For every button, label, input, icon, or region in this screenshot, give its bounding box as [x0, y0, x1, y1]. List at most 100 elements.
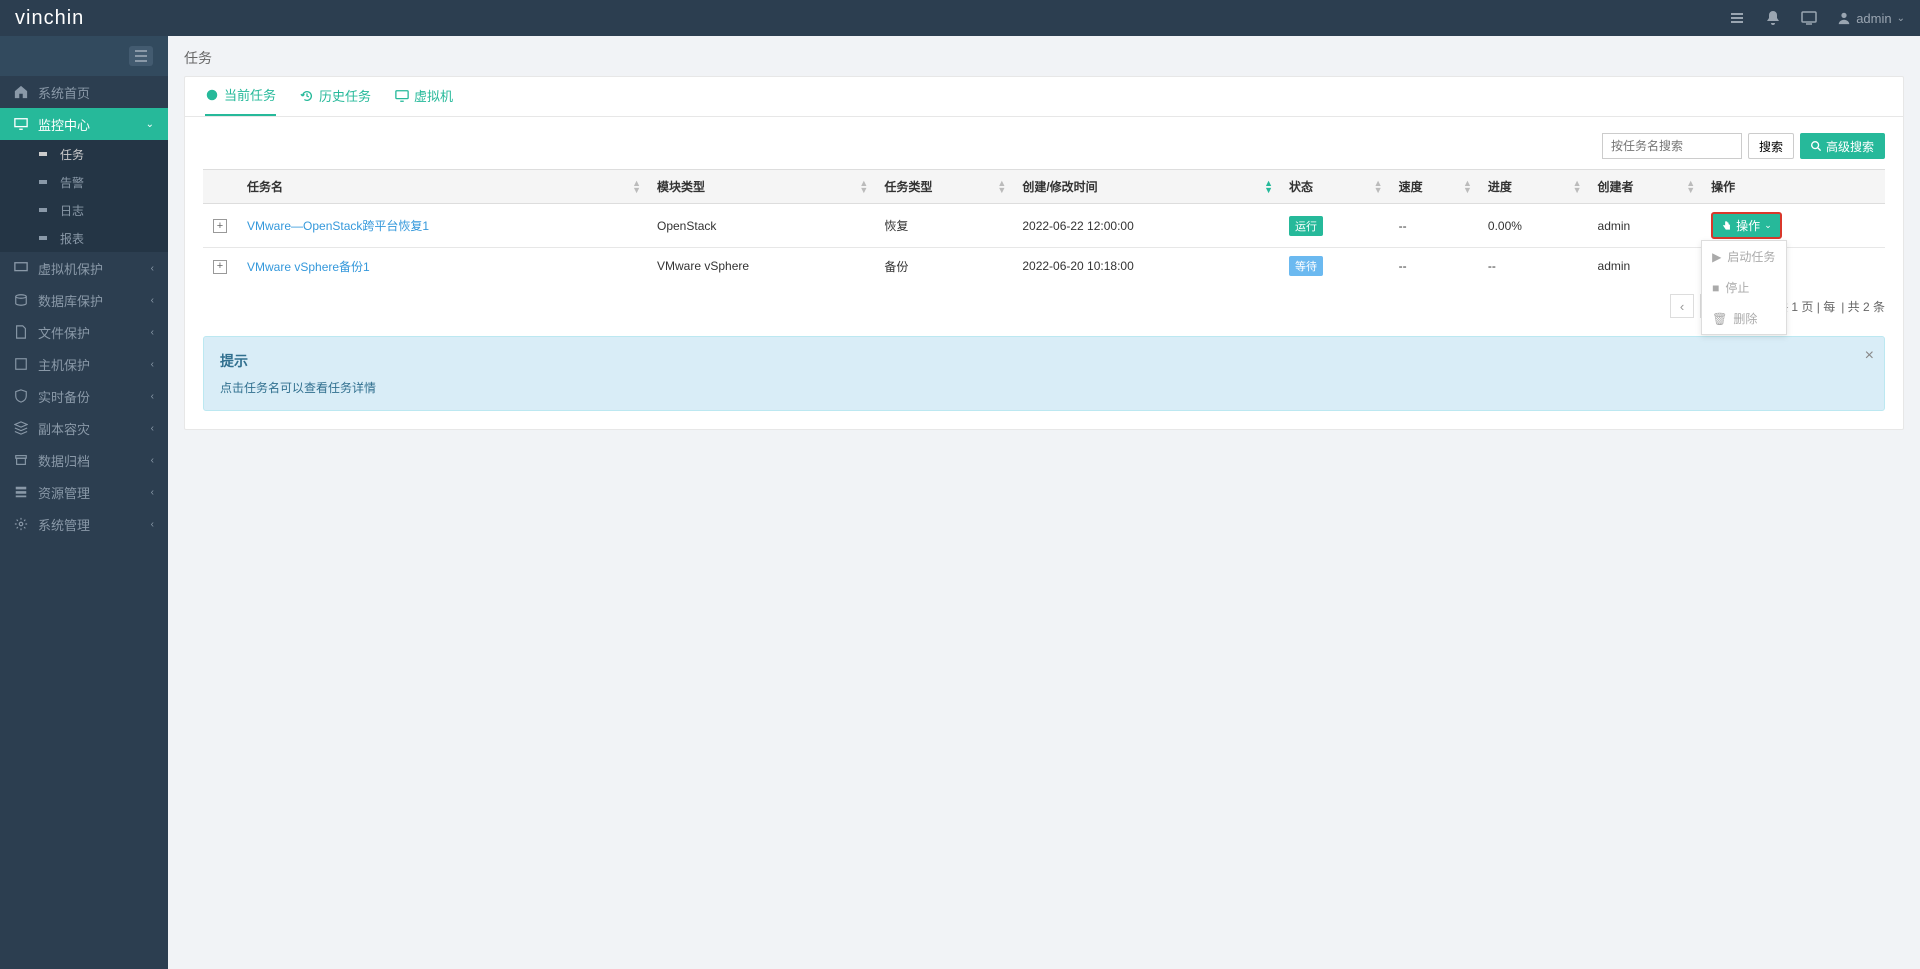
sidebar-item-4[interactable]: 文件保护 ‹ [0, 316, 168, 348]
column-header[interactable]: 操作 [1701, 170, 1885, 204]
advanced-search-button[interactable]: 高级搜索 [1800, 133, 1885, 159]
sidebar-item-9[interactable]: 资源管理 ‹ [0, 476, 168, 508]
host-icon [14, 357, 28, 371]
task-name-link[interactable]: VMware vSphere备份1 [247, 260, 370, 274]
sidebar-toggle-row [0, 36, 168, 76]
dropdown-item[interactable]: ▶启动任务 [1702, 241, 1786, 272]
task-table: 任务名▲▼模块类型▲▼任务类型▲▼创建/修改时间▲▼状态▲▼速度▲▼进度▲▼创建… [203, 169, 1885, 284]
sidebar-item-10[interactable]: 系统管理‹ [0, 508, 168, 540]
sort-icon: ▲▼ [1463, 180, 1472, 194]
chevron-icon: ‹ [151, 519, 154, 530]
chevron-icon: ‹ [151, 295, 154, 306]
column-header[interactable]: 状态▲▼ [1279, 170, 1389, 204]
cell-type: 恢复 [874, 204, 1012, 248]
stop-icon: ■ [1712, 281, 1719, 295]
search-input[interactable] [1602, 133, 1742, 159]
db-icon [14, 293, 28, 307]
pager: ‹ › 共 1 页 | 每 | 共 2 条 [185, 284, 1903, 328]
sidebar-item-label: 数据归档 [38, 451, 90, 470]
sort-icon: ▲▼ [632, 180, 641, 194]
sidebar-item-label: 数据库保护 [38, 291, 103, 310]
cell-module: VMware vSphere [647, 248, 874, 285]
pager-prev[interactable]: ‹ [1670, 294, 1694, 318]
table-wrap: 任务名▲▼模块类型▲▼任务类型▲▼创建/修改时间▲▼状态▲▼速度▲▼进度▲▼创建… [185, 169, 1903, 284]
column-header[interactable]: 任务名▲▼ [237, 170, 647, 204]
task-name-link[interactable]: VMware—OpenStack跨平台恢复1 [247, 219, 429, 233]
expand-button[interactable]: + [213, 260, 227, 274]
chevron-icon: ‹ [151, 327, 154, 338]
alert-body: 点击任务名可以查看任务详情 [220, 379, 1868, 396]
cell-action: 操作⌄▶启动任务■停止🗑删除 [1701, 204, 1885, 248]
sidebar-item-7[interactable]: 副本容灾‹ [0, 412, 168, 444]
dropdown-item[interactable]: ■ 停止 [1702, 272, 1786, 303]
sidebar: 系统首页监控中心⌄任务告警日志报表虚拟机保护‹数据库保护‹文件保护‹主机保护‹实… [0, 36, 168, 969]
monitor-icon [14, 117, 28, 131]
archive-icon [14, 453, 28, 467]
table-toolbar: 搜索 高级搜索 [185, 117, 1903, 169]
column-header[interactable]: 创建者▲▼ [1588, 170, 1702, 204]
screen-icon[interactable] [1801, 10, 1817, 26]
column-header[interactable]: 模块类型▲▼ [647, 170, 874, 204]
sidebar-item-label: 文件保护 [38, 323, 90, 342]
user-menu[interactable]: admin ⌄ [1837, 11, 1905, 26]
sort-icon: ▲▼ [1686, 180, 1695, 194]
file-icon [14, 325, 28, 339]
tab-history[interactable]: 历史任务 [300, 85, 371, 116]
sidebar-item-label: 资源管理 [38, 483, 90, 502]
gear-icon [14, 517, 28, 531]
dropdown-item[interactable]: 🗑删除 [1702, 303, 1786, 334]
main-content: 任务 当前任务 历史任务 虚拟机 搜索 高级搜索 [168, 36, 1920, 442]
tab-label: 当前任务 [224, 85, 276, 104]
column-header[interactable]: 创建/修改时间▲▼ [1012, 170, 1279, 204]
sidebar-toggle-button[interactable] [129, 46, 153, 66]
expand-button[interactable]: + [213, 219, 227, 233]
sidebar-item-label: 实时备份 [38, 387, 90, 406]
sidebar-subitem-label: 告警 [60, 174, 84, 191]
tab-current[interactable]: 当前任务 [205, 85, 276, 116]
vm-icon [14, 261, 28, 275]
advanced-search-label: 高级搜索 [1826, 138, 1874, 155]
sidebar-item-label: 系统首页 [38, 83, 90, 102]
sidebar-subitem-2[interactable]: 日志 [0, 196, 168, 224]
sidebar-item-5[interactable]: 主机保护‹ [0, 348, 168, 380]
tab-vm[interactable]: 虚拟机 [395, 85, 453, 116]
hand-icon [1721, 220, 1732, 231]
chevron-icon: ‹ [151, 487, 154, 498]
cell-time: 2022-06-22 12:00:00 [1012, 204, 1279, 248]
sidebar-subitem-1[interactable]: 告警 [0, 168, 168, 196]
column-header[interactable]: 任务类型▲▼ [874, 170, 1012, 204]
sidebar-item-1[interactable]: 监控中心⌄ [0, 108, 168, 140]
bell-icon[interactable] [1765, 10, 1781, 26]
alert-close-icon[interactable]: × [1865, 347, 1874, 365]
chevron-icon: ‹ [151, 359, 154, 370]
sidebar-item-0[interactable]: 系统首页 [0, 76, 168, 108]
list-icon[interactable] [1729, 10, 1745, 26]
cell-module: OpenStack [647, 204, 874, 248]
action-dropdown: ▶启动任务 ■ 停止 🗑删除 [1701, 240, 1787, 335]
dot-icon [36, 231, 50, 245]
column-header[interactable]: 速度▲▼ [1389, 170, 1478, 204]
sidebar-item-6[interactable]: 实时备份‹ [0, 380, 168, 412]
sidebar-subitem-0[interactable]: 任务 [0, 140, 168, 168]
sidebar-subitem-3[interactable]: 报表 [0, 224, 168, 252]
brand-logo: vinchin [15, 7, 84, 30]
cell-time: 2022-06-20 10:18:00 [1012, 248, 1279, 285]
sidebar-item-label: 监控中心 [38, 115, 90, 134]
cell-speed: -- [1389, 248, 1478, 285]
column-header[interactable] [203, 170, 237, 204]
action-label: 操作 [1736, 217, 1760, 234]
action-button[interactable]: 操作 ⌄ [1711, 212, 1782, 239]
sidebar-item-3[interactable]: 数据库保护 ‹ [0, 284, 168, 316]
search-button[interactable]: 搜索 [1748, 133, 1794, 159]
cell-type: 备份 [874, 248, 1012, 285]
column-header[interactable]: 进度▲▼ [1478, 170, 1588, 204]
brand-text: vinchin [15, 7, 84, 29]
topbar-right: admin ⌄ [1729, 10, 1905, 26]
sidebar-item-8[interactable]: 数据归档‹ [0, 444, 168, 476]
chevron-down-icon: ⌄ [1764, 220, 1772, 231]
cell-creator: admin [1588, 204, 1702, 248]
layers-icon [14, 421, 28, 435]
alert-tip: 提示 点击任务名可以查看任务详情 × [203, 336, 1885, 411]
dropdown-label: 停止 [1725, 279, 1749, 296]
sidebar-item-2[interactable]: 虚拟机保护‹ [0, 252, 168, 284]
